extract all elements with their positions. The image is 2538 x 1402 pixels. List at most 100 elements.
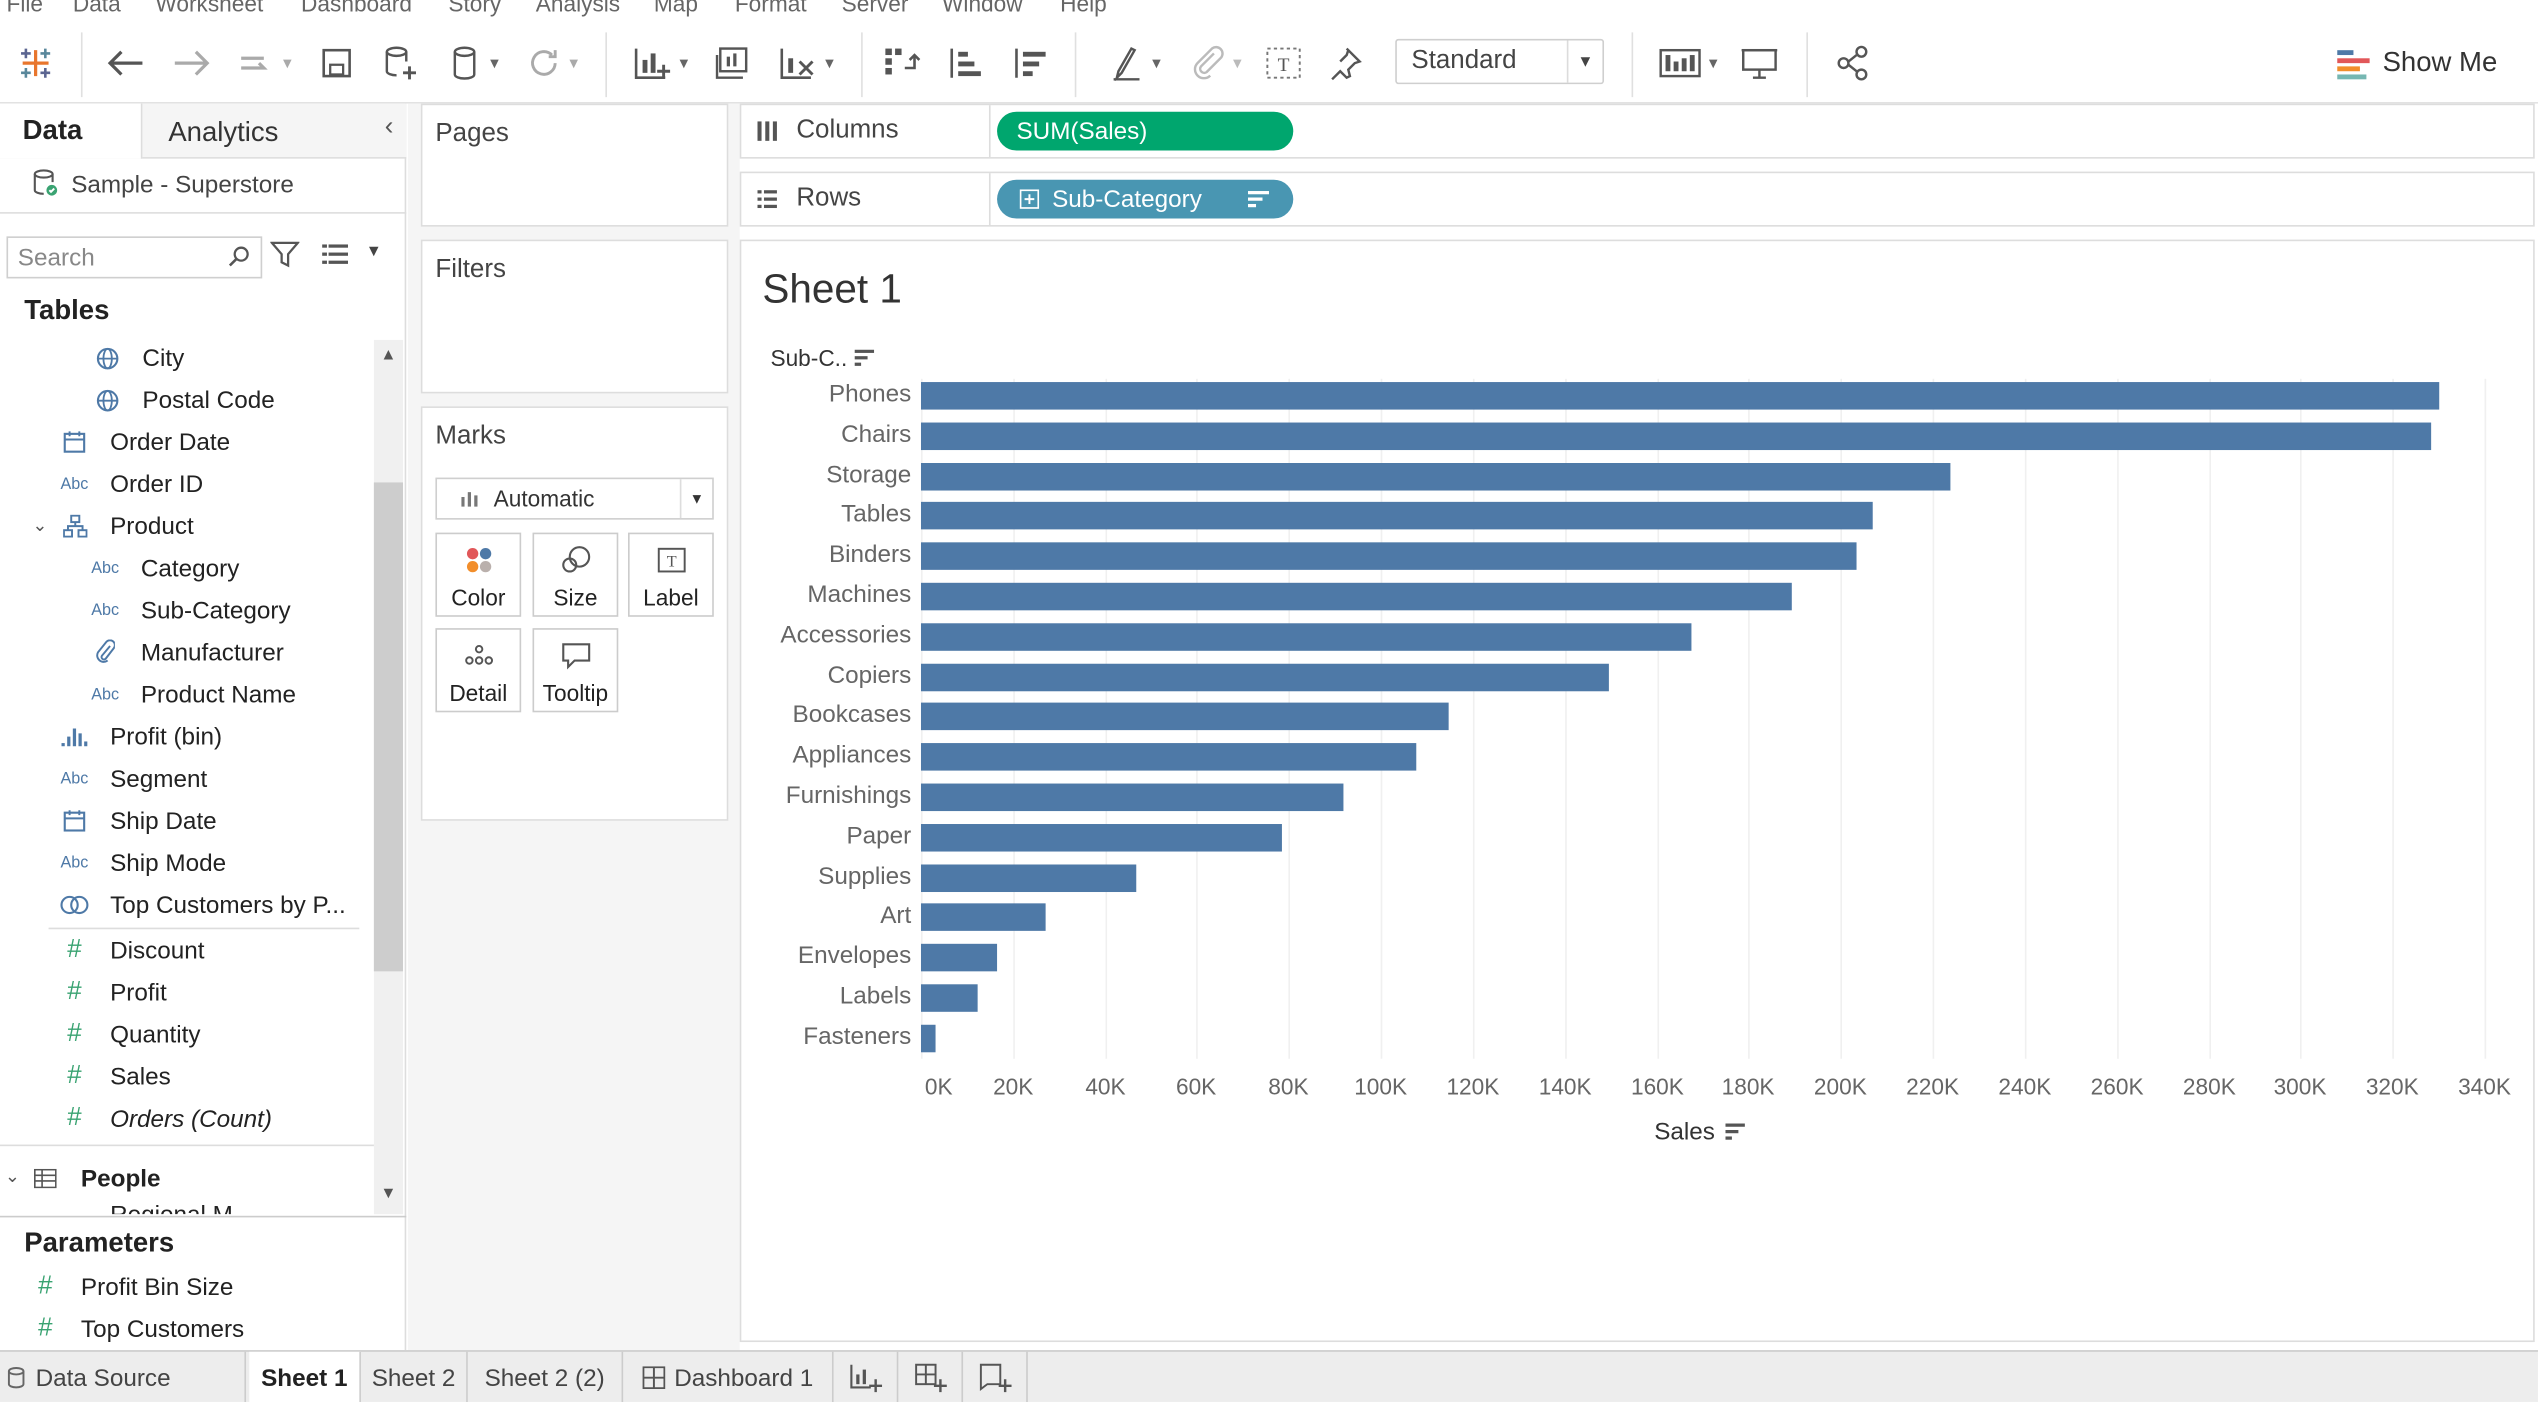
field-product-hierarchy[interactable]: Product — [58, 505, 194, 547]
field-quantity[interactable]: # Quantity — [58, 1013, 200, 1055]
pause-updates-icon[interactable]: ▼ — [440, 39, 511, 88]
category-label[interactable]: Furnishings — [749, 782, 912, 810]
bar-mark[interactable] — [920, 542, 1857, 571]
field-ship-date[interactable]: Ship Date — [58, 800, 217, 842]
data-source-tab[interactable]: Data Source — [0, 1351, 247, 1402]
menu-dashboard[interactable]: Dashboard — [301, 0, 412, 16]
search-input[interactable]: Search — [6, 236, 263, 279]
scrollbar-thumb[interactable] — [373, 482, 404, 972]
menu-format[interactable]: Format — [735, 0, 807, 16]
pages-card[interactable]: Pages — [420, 103, 729, 227]
chevron-down-icon[interactable]: ⌄ — [5, 1166, 20, 1186]
field-orders-count[interactable]: # Orders (Count) — [58, 1098, 272, 1140]
category-label[interactable]: Chairs — [749, 421, 911, 449]
share-icon[interactable] — [1832, 39, 1874, 88]
category-label[interactable]: Art — [749, 902, 911, 930]
detail-mark-button[interactable]: Detail — [435, 628, 522, 713]
sort-descending-icon[interactable] — [1724, 1123, 1746, 1142]
bar-mark[interactable] — [920, 783, 1343, 812]
field-profit-bin[interactable]: Profit (bin) — [58, 716, 222, 758]
label-mark-button[interactable]: T Label — [628, 532, 714, 617]
bar-mark[interactable] — [920, 622, 1691, 651]
tab-sheet-1[interactable]: Sheet 1 — [249, 1351, 361, 1402]
field-order-date[interactable]: Order Date — [58, 421, 230, 463]
bar-mark[interactable] — [920, 944, 997, 972]
rows-shelf[interactable]: Rows Sub-Category — [739, 171, 2535, 227]
tab-sheet-2[interactable]: Sheet 2 — [361, 1351, 468, 1402]
bar-mark[interactable] — [920, 382, 2439, 410]
field-category[interactable]: Abc Category — [89, 547, 239, 589]
redo-icon[interactable] — [168, 39, 213, 88]
field-product-name[interactable]: Abc Product Name — [89, 673, 296, 715]
param-top-customers[interactable]: # Top Customers — [29, 1308, 244, 1350]
field-manufacturer[interactable]: Manufacturer — [89, 631, 284, 673]
category-label[interactable]: Accessories — [749, 621, 911, 649]
bar-mark[interactable] — [920, 582, 1792, 611]
filters-card[interactable]: Filters — [420, 239, 729, 394]
collapse-pane-icon[interactable]: ‹ — [385, 113, 394, 142]
presentation-mode-icon[interactable] — [1738, 39, 1780, 88]
size-mark-button[interactable]: Size — [532, 532, 619, 617]
fix-axes-pin-icon[interactable] — [1324, 39, 1366, 88]
param-profit-bin-size[interactable]: # Profit Bin Size — [29, 1266, 233, 1308]
highlight-icon[interactable]: ▼ — [1101, 39, 1172, 88]
field-profit[interactable]: # Profit — [58, 971, 166, 1013]
bar-mark[interactable] — [920, 502, 1873, 531]
category-label[interactable]: Envelopes — [749, 943, 911, 971]
field-sub-category[interactable]: Abc Sub-Category — [89, 589, 290, 631]
field-order-id[interactable]: Abc Order ID — [58, 463, 203, 505]
list-view-icon[interactable] — [322, 243, 348, 274]
sort-descending-icon[interactable] — [1010, 39, 1052, 88]
menu-window[interactable]: Window — [942, 0, 1023, 16]
chevron-down-icon[interactable]: ⌄ — [32, 515, 47, 535]
sub-category-pill[interactable]: Sub-Category — [997, 179, 1294, 219]
menu-story[interactable]: Story — [448, 0, 501, 16]
x-axis-title[interactable]: Sales — [1654, 1119, 1746, 1146]
tab-data[interactable]: Data — [0, 103, 143, 159]
scroll-up-icon[interactable]: ▲ — [380, 346, 396, 364]
field-postal-code[interactable]: Postal Code — [91, 379, 275, 421]
undo-icon[interactable] — [104, 39, 149, 88]
field-city[interactable]: City — [91, 337, 184, 379]
category-label[interactable]: Appliances — [749, 742, 911, 770]
category-label[interactable]: Fasteners — [749, 1023, 911, 1051]
tab-dashboard-1[interactable]: Dashboard 1 — [623, 1351, 834, 1402]
bar-mark[interactable] — [920, 663, 1609, 691]
bar-mark[interactable] — [920, 1024, 935, 1052]
scroll-down-icon[interactable]: ▼ — [380, 1185, 396, 1203]
row-header[interactable]: Sub-C.. — [770, 345, 876, 371]
swap-rows-columns-icon[interactable] — [881, 39, 923, 88]
color-mark-button[interactable]: Color — [435, 532, 522, 617]
bar-mark[interactable] — [920, 903, 1046, 932]
new-story-tab-button[interactable] — [963, 1351, 1028, 1402]
bar-mark[interactable] — [920, 823, 1282, 852]
category-label[interactable]: Copiers — [749, 661, 912, 689]
field-sales[interactable]: # Sales — [58, 1056, 171, 1098]
menu-server[interactable]: Server — [842, 0, 909, 16]
sort-ascending-icon[interactable] — [945, 39, 987, 88]
bar-mark[interactable] — [920, 462, 1951, 490]
field-list-scrollbar[interactable] — [373, 339, 404, 1215]
table-people[interactable]: People — [29, 1158, 161, 1200]
clear-sheet-icon[interactable]: ▼ — [770, 39, 844, 88]
mark-type-dropdown[interactable]: Automatic ▼ — [435, 477, 714, 520]
category-label[interactable]: Bookcases — [749, 702, 912, 730]
save-icon[interactable] — [317, 39, 356, 88]
expand-plus-icon[interactable] — [1019, 189, 1040, 209]
category-label[interactable]: Supplies — [749, 862, 911, 890]
menu-map[interactable]: Map — [654, 0, 698, 16]
tab-analytics[interactable]: Analytics — [142, 103, 407, 158]
category-label[interactable]: Paper — [749, 822, 911, 850]
menu-analysis[interactable]: Analysis — [536, 0, 620, 16]
sheet-title[interactable]: Sheet 1 — [762, 267, 902, 314]
new-dashboard-tab-button[interactable] — [898, 1351, 964, 1402]
tableau-logo-icon[interactable] — [16, 39, 55, 88]
refresh-icon[interactable]: ▼ — [518, 39, 589, 88]
category-label[interactable]: Storage — [749, 461, 911, 489]
columns-shelf[interactable]: Columns SUM(Sales) — [739, 103, 2535, 159]
tab-sheet-2-copy[interactable]: Sheet 2 (2) — [468, 1351, 624, 1402]
sum-sales-pill[interactable]: SUM(Sales) — [997, 111, 1294, 151]
category-label[interactable]: Machines — [749, 581, 911, 609]
menu-help[interactable]: Help — [1060, 0, 1107, 16]
show-me-button[interactable]: Show Me — [2337, 39, 2497, 88]
